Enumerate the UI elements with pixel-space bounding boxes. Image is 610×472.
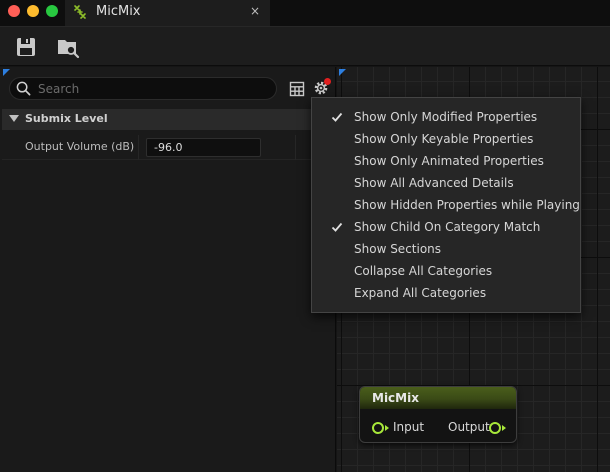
document-tab[interactable]: MicMix ×	[65, 0, 270, 26]
details-panel: Submix Level Output Volume (dB)	[0, 67, 336, 472]
chevron-down-icon	[9, 115, 19, 122]
window-close-button[interactable]	[8, 5, 20, 17]
panel-corner-marker	[3, 69, 10, 76]
menu-item-label: Show Only Keyable Properties	[354, 132, 534, 146]
output-pin-icon[interactable]	[489, 422, 501, 434]
category-label: Submix Level	[25, 112, 108, 125]
notification-dot	[324, 78, 331, 85]
title-bar: MicMix ×	[0, 0, 610, 26]
menu-item-label: Show Hidden Properties while Playing	[354, 198, 580, 212]
menu-item-label: Show Only Modified Properties	[354, 110, 538, 124]
tab-title: MicMix	[96, 4, 141, 19]
input-pin-arrow-icon	[385, 425, 389, 431]
submix-icon	[74, 5, 86, 19]
menu-item-show-hidden-while-playing[interactable]: Show Hidden Properties while Playing	[313, 195, 580, 217]
tab-close-icon[interactable]: ×	[250, 4, 260, 18]
menu-item-label: Show Sections	[354, 242, 442, 256]
property-matrix-icon[interactable]	[289, 81, 305, 97]
graph-node-micmix[interactable]: MicMix Input Output	[359, 386, 517, 443]
search-box[interactable]	[9, 77, 277, 100]
menu-item-label: Expand All Categories	[354, 286, 487, 300]
settings-button[interactable]	[312, 78, 331, 97]
search-input[interactable]	[38, 79, 268, 98]
menu-item-collapse-all[interactable]: Collapse All Categories	[313, 261, 579, 283]
node-title: MicMix	[372, 391, 419, 405]
output-volume-input[interactable]	[154, 140, 254, 155]
menu-item-show-only-animated[interactable]: Show Only Animated Properties	[313, 151, 579, 173]
category-submix-level[interactable]: Submix Level	[2, 109, 336, 130]
column-divider[interactable]	[138, 135, 139, 160]
menu-item-expand-all[interactable]: Expand All Categories	[313, 283, 579, 305]
toolbar	[0, 26, 610, 66]
output-pin-label: Output	[448, 420, 490, 434]
menu-item-label: Show Child On Category Match	[354, 220, 541, 234]
panel-corner-marker	[339, 69, 346, 76]
menu-item-show-child-on-category-match[interactable]: Show Child On Category Match	[313, 217, 579, 239]
settings-menu: Show Only Modified Properties Show Only …	[311, 97, 581, 313]
input-pin-label: Input	[393, 420, 425, 434]
input-pin-icon[interactable]	[372, 422, 384, 434]
menu-item-label: Show All Advanced Details	[354, 176, 514, 190]
browse-asset-icon[interactable]	[56, 35, 80, 59]
checkmark-icon	[331, 112, 343, 122]
output-pin-arrow-icon	[502, 425, 506, 431]
output-volume-field[interactable]	[146, 138, 261, 157]
checkmark-icon	[331, 222, 343, 232]
property-row-output-volume: Output Volume (dB)	[2, 135, 336, 160]
save-icon[interactable]	[14, 35, 38, 59]
window-minimize-button[interactable]	[27, 5, 39, 17]
menu-item-label: Show Only Animated Properties	[354, 154, 544, 168]
menu-item-show-only-modified[interactable]: Show Only Modified Properties	[313, 107, 579, 129]
menu-item-show-sections[interactable]: Show Sections	[313, 239, 579, 261]
property-label: Output Volume (dB)	[25, 140, 135, 153]
node-header: MicMix	[360, 387, 516, 409]
menu-item-show-only-keyable[interactable]: Show Only Keyable Properties	[313, 129, 579, 151]
menu-item-show-all-advanced[interactable]: Show All Advanced Details	[313, 173, 579, 195]
window-maximize-button[interactable]	[46, 5, 58, 17]
search-icon	[16, 81, 31, 96]
column-divider	[295, 135, 296, 160]
menu-item-label: Collapse All Categories	[354, 264, 493, 278]
